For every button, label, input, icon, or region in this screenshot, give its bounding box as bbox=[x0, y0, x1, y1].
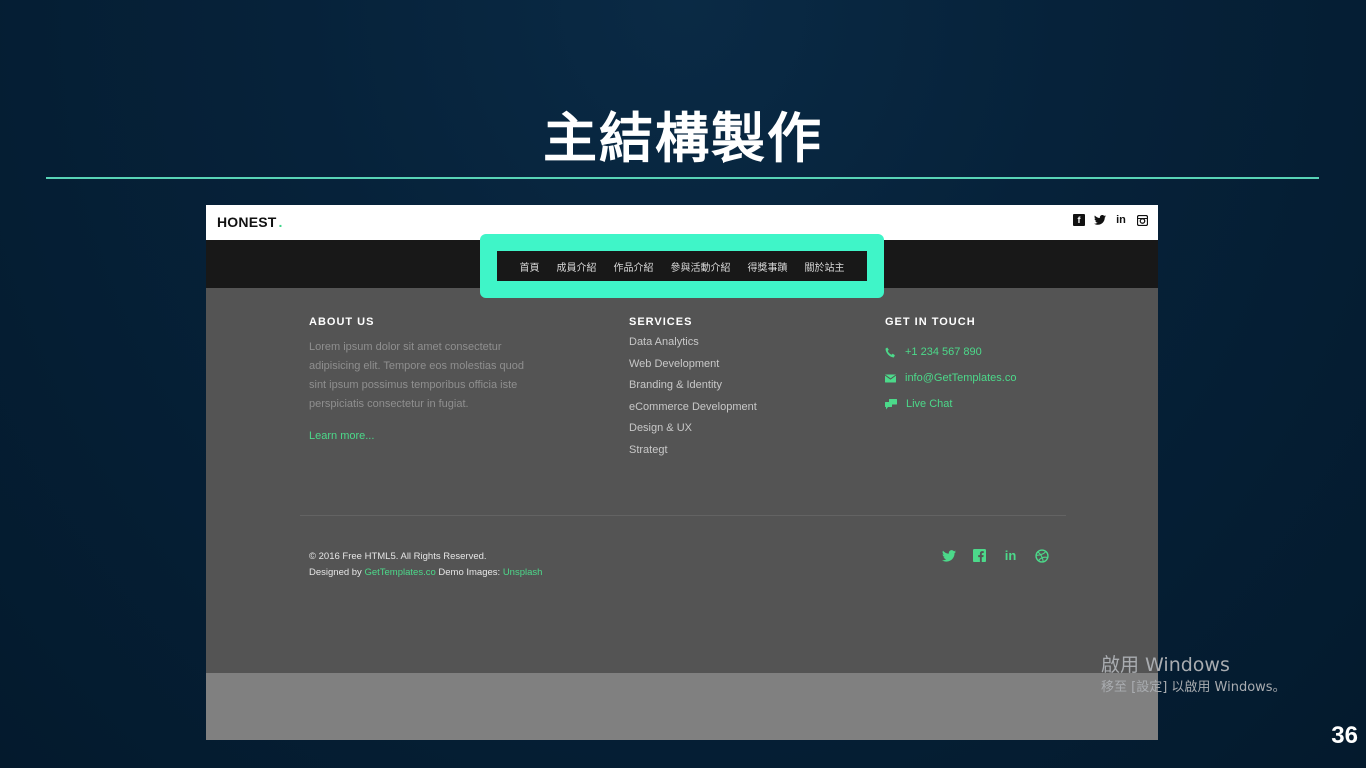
nav-item-home[interactable]: 首頁 bbox=[520, 259, 540, 274]
learn-more-link[interactable]: Learn more... bbox=[309, 430, 374, 442]
slide-title: 主結構製作 bbox=[543, 107, 823, 170]
instagram-icon[interactable] bbox=[1136, 214, 1148, 226]
gettemplates-link[interactable]: GetTemplates.co bbox=[364, 567, 435, 578]
windows-activation-hint: 移至 [設定] 以啟用 Windows。 bbox=[1101, 680, 1286, 695]
contact-email[interactable]: info@GetTemplates.co bbox=[885, 365, 1016, 391]
credits-line: Designed by GetTemplates.co Demo Images:… bbox=[309, 567, 542, 578]
designed-by-label: Designed by bbox=[309, 567, 362, 578]
slide-page-number: 36 bbox=[1331, 722, 1358, 749]
screenshot-bottom-area bbox=[206, 673, 1158, 740]
email-text: info@GetTemplates.co bbox=[905, 372, 1017, 384]
phone-icon bbox=[885, 347, 895, 357]
contact-heading: GET IN TOUCH bbox=[885, 316, 976, 328]
service-item[interactable]: Branding & Identity bbox=[629, 375, 757, 397]
facebook-icon[interactable]: f bbox=[1073, 214, 1085, 226]
nav-item-works[interactable]: 作品介紹 bbox=[614, 259, 654, 274]
facebook-icon[interactable] bbox=[972, 548, 987, 563]
title-underline bbox=[46, 177, 1319, 179]
linkedin-icon[interactable]: in bbox=[1115, 214, 1127, 226]
phone-text: +1 234 567 890 bbox=[905, 346, 982, 358]
header-social-links: f in bbox=[1073, 214, 1148, 226]
service-item[interactable]: Design & UX bbox=[629, 418, 757, 440]
contact-list: +1 234 567 890 info@GetTemplates.co Live… bbox=[885, 339, 1016, 417]
contact-phone[interactable]: +1 234 567 890 bbox=[885, 339, 1016, 365]
linkedin-icon[interactable]: in bbox=[1003, 548, 1018, 563]
services-list: Data Analytics Web Development Branding … bbox=[629, 332, 757, 462]
service-item[interactable]: Strategt bbox=[629, 440, 757, 462]
chat-text: Live Chat bbox=[906, 398, 953, 410]
contact-chat[interactable]: Live Chat bbox=[885, 391, 1016, 417]
envelope-icon bbox=[885, 374, 896, 382]
demo-images-label: Demo Images: bbox=[438, 567, 501, 578]
services-heading: SERVICES bbox=[629, 316, 693, 328]
website-screenshot: HONEST. f in 首頁 成員介紹 作品介紹 參與活動介紹 得獎事蹟 關於… bbox=[206, 205, 1158, 740]
nav-item-members[interactable]: 成員介紹 bbox=[557, 259, 597, 274]
twitter-icon[interactable] bbox=[1094, 214, 1106, 226]
about-text: Lorem ipsum dolor sit amet consectetur a… bbox=[309, 341, 525, 410]
unsplash-link[interactable]: Unsplash bbox=[503, 567, 543, 578]
copyright-text: © 2016 Free HTML5. All Rights Reserved. bbox=[309, 551, 487, 562]
service-item[interactable]: Data Analytics bbox=[629, 332, 757, 354]
logo-dot: . bbox=[278, 214, 283, 230]
twitter-icon[interactable] bbox=[941, 548, 956, 563]
nav-item-activities[interactable]: 參與活動介紹 bbox=[671, 259, 731, 274]
service-item[interactable]: Web Development bbox=[629, 354, 757, 376]
site-logo[interactable]: HONEST. bbox=[217, 214, 283, 230]
nav-item-about-owner[interactable]: 關於站主 bbox=[805, 259, 845, 274]
footer-divider bbox=[300, 515, 1066, 516]
chat-icon bbox=[885, 398, 897, 409]
about-heading: ABOUT US bbox=[309, 316, 375, 328]
service-item[interactable]: eCommerce Development bbox=[629, 397, 757, 419]
windows-activation-title: 啟用 Windows bbox=[1101, 654, 1230, 676]
logo-text: HONEST bbox=[217, 214, 277, 230]
main-nav: 首頁 成員介紹 作品介紹 參與活動介紹 得獎事蹟 關於站主 bbox=[497, 251, 867, 281]
dribbble-icon[interactable] bbox=[1034, 548, 1049, 563]
footer-social-links: in bbox=[941, 548, 1049, 563]
nav-item-awards[interactable]: 得獎事蹟 bbox=[748, 259, 788, 274]
